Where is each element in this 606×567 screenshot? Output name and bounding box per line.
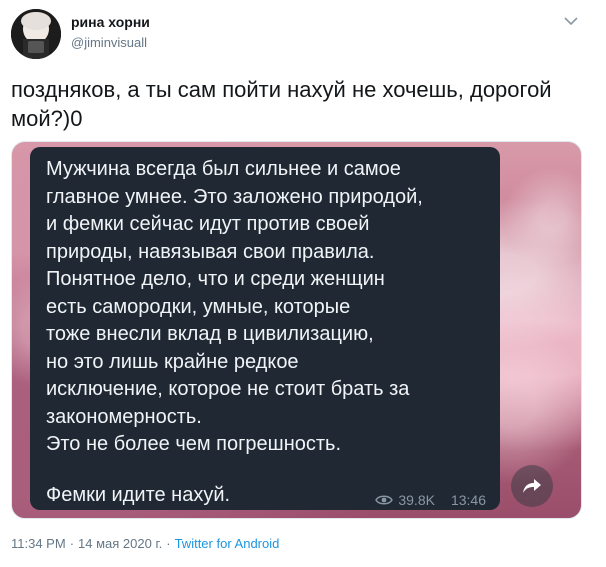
tweet-card: рина хорни @jiminvisuall поздняков, а ты…: [0, 0, 606, 567]
message-text: Мужчина всегда был сильнее и самое главн…: [46, 158, 423, 455]
tweet-media[interactable]: Мужчина всегда был сильнее и самое главн…: [11, 141, 582, 519]
message-last-line: Фемки идите нахуй.: [46, 484, 231, 506]
tweet-footer: 11:34 PM · 14 мая 2020 г. · Twitter for …: [11, 536, 279, 551]
chevron-down-icon: [564, 16, 578, 25]
user-handle[interactable]: @jiminvisuall: [71, 35, 147, 50]
footer-separator: ·: [166, 536, 171, 551]
tweet-menu-button[interactable]: [562, 12, 580, 30]
display-name[interactable]: рина хорни: [71, 14, 150, 30]
eye-icon: [375, 495, 394, 505]
tweet-time[interactable]: 11:34 PM: [11, 536, 66, 551]
views-count: 39.8K: [398, 492, 435, 508]
tweet-date[interactable]: 14 мая 2020 г.: [78, 536, 162, 551]
footer-separator: ·: [69, 536, 75, 551]
message-bubble: Мужчина всегда был сильнее и самое главн…: [30, 147, 500, 510]
message-meta: 39.8K 13:46: [375, 492, 486, 508]
message-time: 13:46: [450, 492, 486, 508]
tweet-source-link[interactable]: Twitter for Android: [175, 536, 280, 551]
share-button[interactable]: [511, 465, 553, 507]
share-arrow-icon: [523, 479, 541, 493]
avatar[interactable]: [11, 9, 61, 59]
tweet-text: поздняков, а ты сам пойти нахуй не хочеш…: [11, 77, 552, 131]
